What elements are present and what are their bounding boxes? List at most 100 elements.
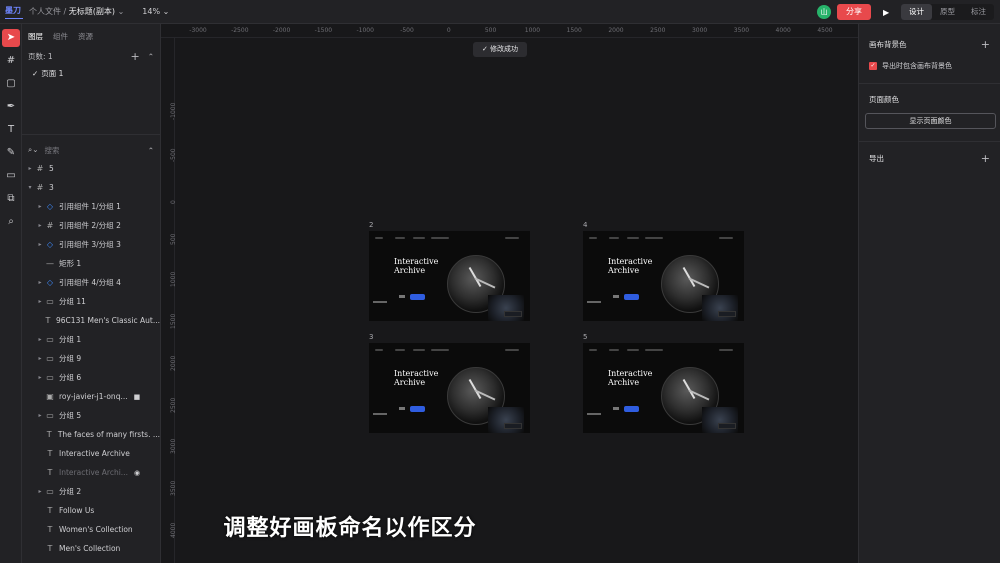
layer-item[interactable]: ▸ ▭ 分组 11 bbox=[22, 292, 160, 311]
layer-item[interactable]: T Men's Collection bbox=[22, 539, 160, 558]
expand-arrow-icon[interactable]: ▸ bbox=[36, 412, 44, 419]
ruler-tick: -3000 bbox=[189, 27, 207, 34]
ruler-tick: 4500 bbox=[817, 27, 833, 34]
artboard-label[interactable]: 4 bbox=[583, 221, 587, 229]
frame-icon: # bbox=[36, 183, 44, 192]
avatar[interactable]: 山 bbox=[817, 5, 831, 19]
expand-arrow-icon[interactable]: ▾ bbox=[26, 184, 34, 191]
lock-icon[interactable]: ■ bbox=[134, 393, 141, 401]
folder-icon: ▭ bbox=[46, 373, 54, 382]
line-icon: — bbox=[46, 259, 54, 268]
add-icon[interactable]: + bbox=[981, 38, 990, 51]
add-page-icon[interactable]: + bbox=[130, 50, 139, 63]
artboard-hero-title: Interactive Archive bbox=[394, 257, 439, 275]
expand-arrow-icon[interactable]: ▸ bbox=[36, 279, 44, 286]
tab-components[interactable]: 组件 bbox=[53, 31, 68, 42]
tab-layers[interactable]: 图层 bbox=[28, 31, 43, 42]
expand-arrow-icon[interactable]: ▸ bbox=[36, 336, 44, 343]
collapse-all-icon[interactable]: ⌃ bbox=[148, 146, 154, 155]
artboard-link bbox=[399, 295, 405, 298]
expand-arrow-icon[interactable]: ▸ bbox=[36, 203, 44, 210]
layer-item[interactable]: ▣ roy-javier-j1-onq... ■ bbox=[22, 387, 160, 406]
expand-arrow-icon[interactable]: ▸ bbox=[36, 488, 44, 495]
share-button[interactable]: 分享 bbox=[837, 4, 871, 20]
layer-item[interactable]: ▸ # 引用组件 2/分组 2 bbox=[22, 216, 160, 235]
pen-tool-icon[interactable]: ✒ bbox=[2, 98, 20, 116]
file-title[interactable]: 无标题(副本) bbox=[69, 7, 115, 16]
layer-item[interactable]: ▾ #3 bbox=[22, 178, 160, 197]
artboard-cta-button bbox=[410, 406, 425, 412]
layer-label: 分组 9 bbox=[59, 354, 82, 363]
search-tool-icon[interactable]: ⌕ bbox=[2, 213, 20, 231]
artboard-cta-button bbox=[410, 294, 425, 300]
artboard[interactable]: Interactive Archive bbox=[369, 231, 530, 321]
layer-item[interactable]: T Interactive Archive bbox=[22, 444, 160, 463]
ruler-tick: 1500 bbox=[566, 27, 582, 34]
text-icon: T bbox=[45, 316, 51, 325]
artboard-label[interactable]: 5 bbox=[583, 333, 587, 341]
search-input[interactable]: 搜索 bbox=[44, 145, 59, 156]
layer-item[interactable]: ▸ ▭ 分组 9 bbox=[22, 349, 160, 368]
layer-item[interactable]: T The faces of many firsts. ... bbox=[22, 425, 160, 444]
ruler-tick: -1000 bbox=[356, 27, 374, 34]
expand-arrow-icon[interactable]: ▸ bbox=[36, 355, 44, 362]
layer-label: 引用组件 3/分组 3 bbox=[59, 240, 121, 249]
show-page-color-button[interactable]: 显示页面颜色 bbox=[865, 113, 996, 129]
tab-assets[interactable]: 资源 bbox=[78, 31, 93, 42]
layer-item[interactable]: T Follow Us bbox=[22, 501, 160, 520]
app-logo[interactable]: 墨刀 bbox=[5, 5, 23, 19]
collapse-icon[interactable]: ⌃ bbox=[148, 52, 154, 61]
layer-label: roy-javier-j1-onq... bbox=[59, 392, 128, 401]
plugin-tool-icon[interactable]: ⧉ bbox=[2, 190, 20, 208]
zoom-control[interactable]: 14% ⌄ bbox=[142, 7, 169, 16]
page-item[interactable]: ✓ 页面 1 bbox=[22, 64, 160, 82]
add-export-icon[interactable]: + bbox=[981, 152, 990, 165]
frame-tool-icon[interactable]: # bbox=[2, 52, 20, 70]
video-subtitle: 调整好画板命名以作区分 bbox=[223, 516, 477, 541]
artboard[interactable]: Interactive Archive bbox=[583, 231, 744, 321]
expand-arrow-icon[interactable]: ▸ bbox=[36, 298, 44, 305]
breadcrumb-separator: / bbox=[63, 7, 67, 16]
layer-search[interactable]: ⌕⌄ 搜索 ⌃ bbox=[22, 141, 160, 159]
layer-item[interactable]: T Women's Collection bbox=[22, 520, 160, 539]
layer-item[interactable]: T Interactive Archi... ◉ bbox=[22, 463, 160, 482]
ruler-tick: -2000 bbox=[272, 27, 291, 34]
pencil-tool-icon[interactable]: ✎ bbox=[2, 144, 20, 162]
layer-item[interactable]: T 96C131 Men's Classic Aut... bbox=[22, 311, 160, 330]
layer-item[interactable]: ▸ ▭ 分组 6 bbox=[22, 368, 160, 387]
artboard-label[interactable]: 3 bbox=[369, 333, 373, 341]
artboard-label[interactable]: 2 bbox=[369, 221, 373, 229]
search-icon: ⌕⌄ bbox=[28, 145, 39, 154]
comment-tool-icon[interactable]: ▭ bbox=[2, 167, 20, 185]
chevron-down-icon[interactable]: ⌄ bbox=[118, 7, 125, 16]
layer-item[interactable]: ▸ ▭ 分组 2 bbox=[22, 482, 160, 501]
artboard[interactable]: Interactive Archive bbox=[369, 343, 530, 433]
breadcrumb-parent[interactable]: 个人文件 bbox=[29, 7, 61, 16]
tab-prototype[interactable]: 原型 bbox=[932, 4, 963, 20]
ruler-tick: 500 bbox=[484, 27, 497, 34]
expand-arrow-icon[interactable]: ▸ bbox=[26, 165, 34, 172]
play-icon[interactable]: ▶ bbox=[883, 8, 897, 17]
layer-item[interactable]: ▸ ▭ 分组 5 bbox=[22, 406, 160, 425]
export-bg-checkbox[interactable]: ✓ bbox=[869, 62, 877, 70]
select-tool-icon[interactable]: ➤ bbox=[2, 29, 20, 47]
visibility-icon[interactable]: ◉ bbox=[134, 469, 140, 477]
expand-arrow-icon[interactable]: ▸ bbox=[36, 374, 44, 381]
tab-design[interactable]: 设计 bbox=[901, 4, 932, 20]
tab-annotate[interactable]: 标注 bbox=[963, 4, 994, 20]
text-tool-icon[interactable]: T bbox=[2, 121, 20, 139]
layer-item[interactable]: ▸ ◇ 引用组件 3/分组 3 bbox=[22, 235, 160, 254]
expand-arrow-icon[interactable]: ▸ bbox=[36, 222, 44, 229]
layer-item[interactable]: — 矩形 1 bbox=[22, 254, 160, 273]
layer-item[interactable]: ▸ ◇ 引用组件 1/分组 1 bbox=[22, 197, 160, 216]
ruler-tick: 500 bbox=[170, 233, 177, 246]
top-bar: 墨刀 个人文件 / 无标题(副本) ⌄ 14% ⌄ 山 分享 ▶ 设计 原型 标… bbox=[0, 0, 1000, 24]
layer-item[interactable]: ▸ #5 bbox=[22, 159, 160, 178]
shape-tool-icon[interactable]: ▢ bbox=[2, 75, 20, 93]
artboard[interactable]: Interactive Archive bbox=[583, 343, 744, 433]
canvas[interactable]: -3000 -2500 -2000 -1500 -1000 -500 0 500 1000 150… bbox=[161, 24, 858, 563]
layer-item[interactable]: ▸ ◇ 引用组件 4/分组 4 bbox=[22, 273, 160, 292]
expand-arrow-icon[interactable]: ▸ bbox=[36, 241, 44, 248]
ruler-tick: 0 bbox=[170, 199, 177, 204]
layer-item[interactable]: ▸ ▭ 分组 1 bbox=[22, 330, 160, 349]
